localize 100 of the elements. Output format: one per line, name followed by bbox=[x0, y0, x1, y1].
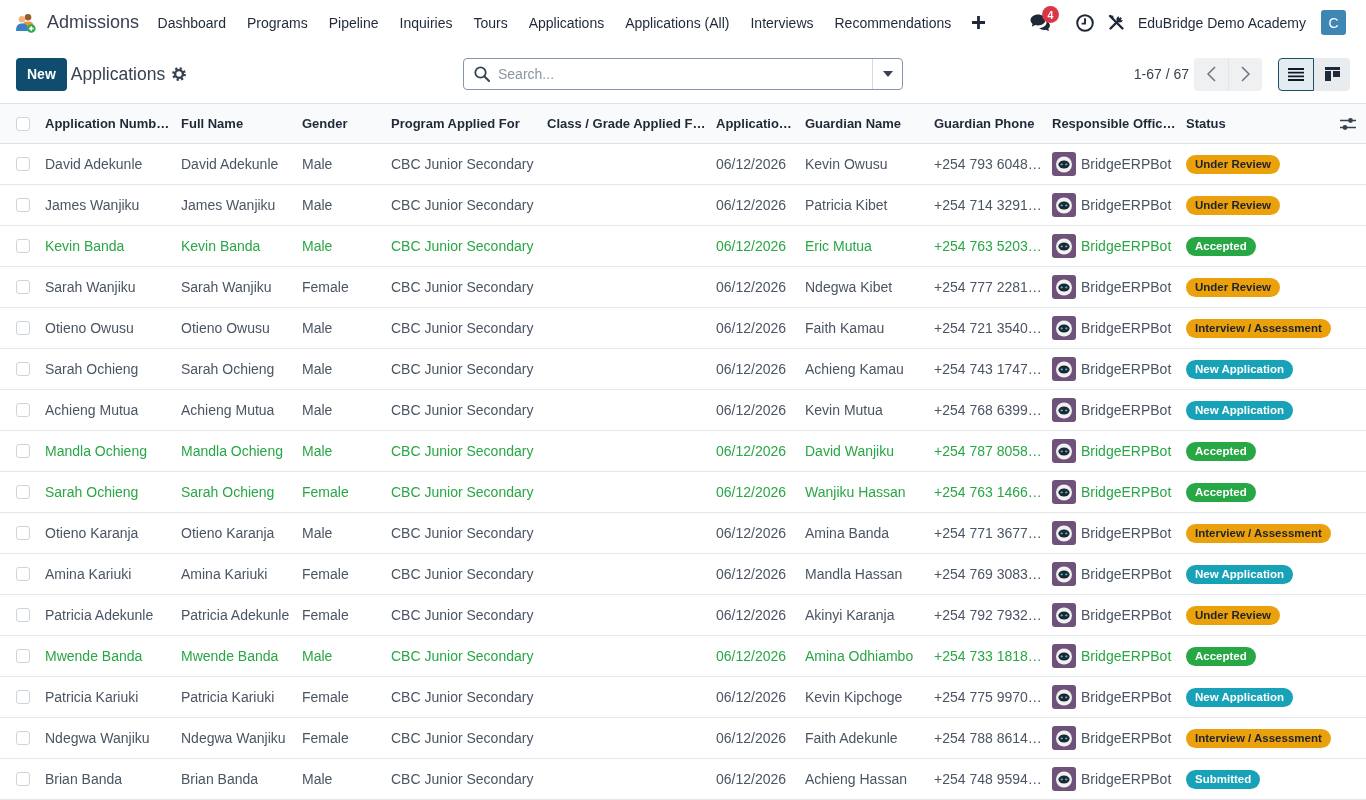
robot-avatar-icon bbox=[1052, 685, 1076, 709]
company-name[interactable]: EduBridge Demo Academy bbox=[1137, 14, 1306, 31]
column-header[interactable]: Status bbox=[1178, 103, 1330, 144]
row-checkbox[interactable] bbox=[16, 157, 30, 171]
row-checkbox[interactable] bbox=[16, 403, 30, 417]
nav-menu-item[interactable]: Dashboard bbox=[147, 10, 237, 35]
table-cell: David Wanjiku bbox=[797, 430, 926, 472]
list-view-button[interactable] bbox=[1278, 57, 1314, 91]
column-header[interactable]: Guardian Phone bbox=[926, 103, 1044, 144]
table-cell: Kevin Mutua bbox=[797, 389, 926, 431]
nav-menu-item[interactable]: Applications bbox=[518, 10, 615, 35]
clock-icon[interactable] bbox=[1075, 13, 1094, 32]
column-header[interactable]: Responsible Offic… bbox=[1044, 103, 1178, 144]
row-checkbox[interactable] bbox=[16, 526, 30, 540]
row-checkbox[interactable] bbox=[16, 444, 30, 458]
gear-icon[interactable] bbox=[172, 67, 187, 81]
status-badge: Under Review bbox=[1186, 277, 1281, 297]
status-badge: New Application bbox=[1186, 400, 1294, 420]
table-cell: Amina Banda bbox=[797, 512, 926, 554]
table-row[interactable]: Brian Banda Brian Banda Male CBC Junior Secondary 06/12/2026 Achieng Hassan +254 748 9594… BridgeERPBot Submitted bbox=[0, 758, 1366, 800]
app-title[interactable]: Admissions bbox=[47, 12, 140, 33]
column-header[interactable]: Class / Grade Applied F… bbox=[539, 103, 708, 144]
table-cell: Sarah Wanjiku bbox=[37, 266, 173, 308]
table-cell: 06/12/2026 bbox=[708, 758, 797, 800]
user-avatar[interactable]: C bbox=[1321, 10, 1346, 35]
select-all-checkbox[interactable] bbox=[16, 116, 30, 131]
plus-icon[interactable] bbox=[971, 16, 985, 29]
officer-name: BridgeERPBot bbox=[1081, 238, 1172, 254]
row-checkbox[interactable] bbox=[16, 608, 30, 622]
table-cell: +254 769 3083… bbox=[926, 553, 1044, 595]
sliders-icon[interactable] bbox=[1340, 117, 1356, 132]
row-checkbox[interactable] bbox=[16, 690, 30, 704]
table-cell: 06/12/2026 bbox=[708, 184, 797, 226]
table-cell: Male bbox=[294, 430, 383, 472]
robot-avatar-icon bbox=[1052, 521, 1076, 545]
table-cell: CBC Junior Secondary bbox=[383, 758, 539, 800]
officer-name: BridgeERPBot bbox=[1081, 484, 1172, 500]
table-row[interactable]: Sarah Ochieng Sarah Ochieng Male CBC Junior Secondary 06/12/2026 Achieng Kamau +254 743 1747… BridgeERPBot New Application bbox=[0, 348, 1366, 390]
table-row[interactable]: Achieng Mutua Achieng Mutua Male CBC Junior Secondary 06/12/2026 Kevin Mutua +254 768 6399… BridgeERPBot New Application bbox=[0, 389, 1366, 431]
table-cell: +254 733 1818… bbox=[926, 635, 1044, 677]
pager-label[interactable]: 1-67 / 67 bbox=[1133, 66, 1189, 82]
column-header[interactable]: Program Applied For bbox=[383, 103, 539, 144]
table-cell: James Wanjiku bbox=[37, 184, 173, 226]
column-header[interactable]: Full Name bbox=[173, 103, 294, 144]
row-checkbox[interactable] bbox=[16, 321, 30, 335]
row-checkbox[interactable] bbox=[16, 280, 30, 294]
row-checkbox[interactable] bbox=[16, 239, 30, 253]
table-cell: Wanjiku Hassan bbox=[797, 471, 926, 513]
table-cell: Patricia Kariuki bbox=[37, 676, 173, 718]
search-bar[interactable]: Search... bbox=[463, 58, 903, 90]
table-row[interactable]: Otieno Owusu Otieno Owusu Male CBC Junior Secondary 06/12/2026 Faith Kamau +254 721 3540… BridgeERPBot Interview / Assessment bbox=[0, 307, 1366, 349]
table-row[interactable]: David Adekunle David Adekunle Male CBC Junior Secondary 06/12/2026 Kevin Owusu +254 793 6048… BridgeERPBot Under Review bbox=[0, 143, 1366, 185]
row-checkbox[interactable] bbox=[16, 198, 30, 212]
table-cell: +254 743 1747… bbox=[926, 348, 1044, 390]
table-cell: Sarah Ochieng bbox=[37, 348, 173, 390]
row-checkbox[interactable] bbox=[16, 731, 30, 745]
table-cell: Akinyi Karanja bbox=[797, 594, 926, 636]
table-cell: Patricia Adekunle bbox=[37, 594, 173, 636]
table-cell: Male bbox=[294, 307, 383, 349]
table-cell: Ndegwa Wanjiku bbox=[173, 717, 294, 759]
nav-menu-item[interactable]: Tours bbox=[462, 10, 519, 35]
row-checkbox[interactable] bbox=[16, 649, 30, 663]
officer-name: BridgeERPBot bbox=[1081, 607, 1172, 623]
nav-menu-item[interactable]: Recommendations bbox=[824, 10, 962, 35]
tools-icon[interactable] bbox=[1107, 14, 1125, 31]
next-page-button[interactable] bbox=[1228, 57, 1262, 91]
status-badge: Interview / Assessment bbox=[1186, 318, 1331, 338]
list-icon bbox=[1288, 67, 1304, 81]
column-header[interactable]: Application Numb… bbox=[37, 103, 173, 144]
nav-menu-item[interactable]: Interviews bbox=[739, 10, 824, 35]
previous-page-button[interactable] bbox=[1194, 57, 1228, 91]
new-button[interactable]: New bbox=[16, 57, 67, 91]
nav-menu-item[interactable]: Programs bbox=[236, 10, 319, 35]
table-cell: Ndegwa Wanjiku bbox=[37, 717, 173, 759]
row-checkbox[interactable] bbox=[16, 362, 30, 376]
table-row[interactable]: Otieno Karanja Otieno Karanja Male CBC Junior Secondary 06/12/2026 Amina Banda +254 771 3677… BridgeERPBot Interview / Assessment bbox=[0, 512, 1366, 554]
search-input[interactable]: Search... bbox=[498, 59, 872, 89]
table-cell: CBC Junior Secondary bbox=[383, 676, 539, 718]
table-row[interactable]: Patricia Kariuki Patricia Kariuki Female CBC Junior Secondary 06/12/2026 Kevin Kipchoge +254 775 9970… BridgeERPBot New Application bbox=[0, 676, 1366, 718]
table-row[interactable]: Patricia Adekunle Patricia Adekunle Female CBC Junior Secondary 06/12/2026 Akinyi Karanja +254 792 7932… BridgeERPBot Under Review bbox=[0, 594, 1366, 636]
chevron-left-icon bbox=[1206, 66, 1216, 82]
table-cell: Mandla Ochieng bbox=[173, 430, 294, 472]
table-row[interactable]: Amina Kariuki Amina Kariuki Female CBC Junior Secondary 06/12/2026 Mandla Hassan +254 769 3083… BridgeERPBot New Application bbox=[0, 553, 1366, 595]
robot-avatar-icon bbox=[1052, 562, 1076, 586]
nav-menu-item[interactable]: Inquiries bbox=[389, 10, 463, 35]
table-row[interactable]: James Wanjiku James Wanjiku Male CBC Junior Secondary 06/12/2026 Patricia Kibet +254 714 3291… BridgeERPBot Under Review bbox=[0, 184, 1366, 226]
table-row[interactable]: Sarah Wanjiku Sarah Wanjiku Female CBC Junior Secondary 06/12/2026 Ndegwa Kibet +254 777 2281… BridgeERPBot Under Review bbox=[0, 266, 1366, 308]
table-cell: 06/12/2026 bbox=[708, 225, 797, 267]
row-checkbox[interactable] bbox=[16, 567, 30, 581]
column-header[interactable]: Guardian Name bbox=[797, 103, 926, 144]
kanban-view-button[interactable] bbox=[1314, 57, 1350, 91]
table-row[interactable]: Ndegwa Wanjiku Ndegwa Wanjiku Female CBC Junior Secondary 06/12/2026 Faith Adekunle +254 788 8614… BridgeERPBot Interview / Assessment bbox=[0, 717, 1366, 759]
row-checkbox[interactable] bbox=[16, 485, 30, 499]
row-checkbox[interactable] bbox=[16, 772, 30, 786]
robot-avatar-icon bbox=[1052, 439, 1076, 463]
nav-menu-item[interactable]: Applications (All) bbox=[614, 10, 740, 35]
table-cell: 06/12/2026 bbox=[708, 143, 797, 185]
column-header[interactable]: Gender bbox=[294, 103, 383, 144]
column-header[interactable]: Applicatio… bbox=[708, 103, 797, 144]
nav-menu-item[interactable]: Pipeline bbox=[318, 10, 390, 35]
